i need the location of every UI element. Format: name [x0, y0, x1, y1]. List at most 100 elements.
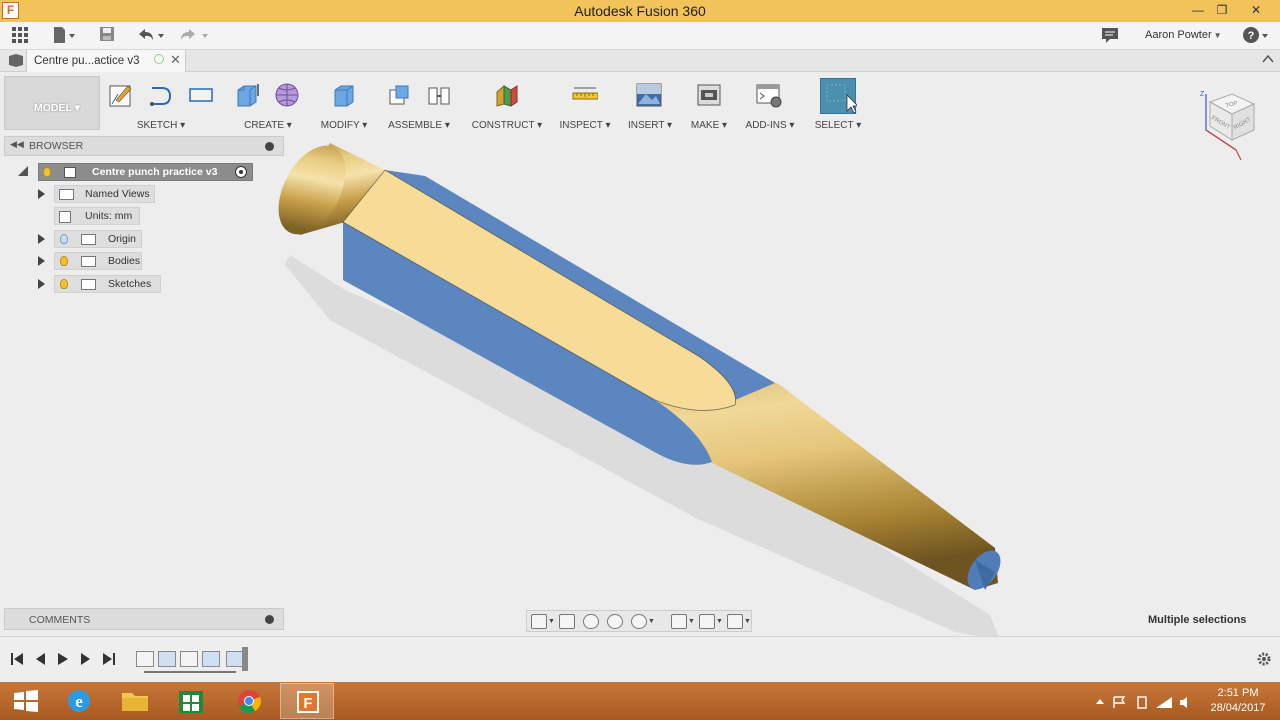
select-group[interactable]: SELECT ▾	[808, 76, 868, 131]
timeline-sketch-feature[interactable]	[180, 651, 198, 667]
expand-arrow-icon[interactable]	[38, 234, 45, 244]
play-icon[interactable]	[56, 651, 70, 667]
folder-icon	[81, 256, 96, 267]
navigation-bar: ▼ ▼ ▼ ▼ ▼	[526, 610, 752, 632]
select-label: SELECT	[814, 120, 854, 131]
tree-item-label: Sketches	[108, 278, 152, 290]
inspect-group[interactable]: INSPECT ▾	[556, 76, 614, 131]
close-tab-icon[interactable]: ✕	[170, 52, 181, 68]
chrome-icon[interactable]	[222, 683, 276, 719]
modify-label: MODIFY	[320, 120, 360, 131]
insert-group[interactable]: INSERT ▾	[624, 76, 676, 131]
file-explorer-icon[interactable]	[108, 683, 162, 719]
add-comment-icon[interactable]	[265, 615, 274, 624]
browser-pin-icon[interactable]	[265, 142, 274, 151]
inspect-label: INSPECT	[559, 120, 603, 131]
expand-arrow-icon[interactable]	[38, 189, 45, 199]
timeline-revolve-feature[interactable]	[202, 651, 220, 667]
pan-hand-icon[interactable]	[583, 614, 599, 629]
visibility-bulb-icon[interactable]	[60, 234, 68, 244]
timeline-settings-gear-icon[interactable]	[1256, 651, 1272, 667]
measure-icon	[572, 87, 598, 100]
folder-icon	[59, 189, 74, 200]
taskbar-clock[interactable]: 2:51 PM 28/04/2017	[1198, 686, 1278, 716]
select-tool-icon[interactable]	[820, 78, 859, 114]
go-to-start-icon[interactable]	[10, 651, 24, 667]
browser-root-row[interactable]: Centre punch practice v3	[18, 163, 254, 181]
press-pull-icon	[334, 85, 354, 107]
assemble-group[interactable]: ASSEMBLE ▾	[382, 76, 456, 131]
timeline-marker[interactable]	[242, 647, 248, 671]
document-tab-bar: Centre pu...actice v3 ✕	[0, 50, 1280, 72]
title-bar: F Autodesk Fusion 360 — ❒ ✕	[0, 0, 1280, 22]
fusion-360-taskbar-icon[interactable]: F	[280, 683, 334, 719]
job-status-icon[interactable]	[1101, 26, 1119, 46]
svg-text:e: e	[75, 692, 83, 711]
undo-icon[interactable]	[136, 26, 166, 46]
help-icon[interactable]: ?	[1242, 26, 1270, 46]
folder-icon	[81, 234, 96, 245]
timeline-extrude-feature[interactable]	[158, 651, 176, 667]
tree-item-label: Units: mm	[85, 210, 133, 222]
visibility-bulb-icon[interactable]	[43, 167, 51, 177]
look-at-icon[interactable]	[559, 614, 575, 629]
construct-group[interactable]: CONSTRUCT ▾	[468, 76, 546, 131]
extrude-icon	[237, 84, 259, 107]
expand-arrow-icon[interactable]	[38, 256, 45, 266]
ribbon-toolbar: MODEL ▾ SKETCH ▾ CREATE ▾ MODIFY ▾ ASSEM…	[0, 72, 1280, 132]
add-ins-group[interactable]: ADD-INS ▾	[742, 76, 798, 131]
user-name: Aaron Powter	[1145, 29, 1212, 41]
modify-group[interactable]: MODIFY ▾	[316, 76, 372, 131]
comments-title: COMMENTS	[29, 614, 91, 626]
view-cube[interactable]: TOP FRONT RIGHT Z	[1196, 88, 1266, 168]
zoom-icon[interactable]	[607, 614, 623, 629]
save-status-icon	[154, 54, 164, 64]
timeline-sketch-feature[interactable]	[136, 651, 154, 667]
visibility-bulb-icon[interactable]	[60, 279, 68, 289]
tree-item-sketches[interactable]: Sketches	[36, 275, 166, 293]
windows-start-button[interactable]	[0, 683, 54, 719]
create-group[interactable]: CREATE ▾	[230, 76, 306, 131]
save-icon[interactable]	[99, 26, 115, 46]
comments-panel[interactable]: COMMENTS	[4, 608, 284, 630]
document-tab-label: Centre pu...actice v3	[34, 55, 140, 67]
app-grid-icon[interactable]	[11, 26, 29, 46]
workspace-mode-menu[interactable]: MODEL ▾	[4, 76, 100, 130]
restore-button[interactable]: ❒	[1208, 0, 1236, 22]
fit-zoom-icon[interactable]	[631, 614, 647, 629]
make-group[interactable]: MAKE ▾	[686, 76, 732, 131]
sketch-label: SKETCH	[136, 120, 178, 131]
data-panel-icon[interactable]	[8, 53, 24, 71]
quick-access-toolbar: Aaron Powter ▼ ?	[0, 22, 1280, 50]
display-settings-icon[interactable]	[671, 614, 687, 629]
tree-item-origin[interactable]: Origin	[36, 230, 146, 248]
internet-explorer-icon[interactable]: e	[52, 683, 106, 719]
tree-item-label: Bodies	[108, 255, 141, 267]
joint-icon	[428, 87, 450, 105]
visibility-bulb-icon[interactable]	[60, 256, 68, 266]
redo-icon[interactable]	[178, 26, 210, 46]
viewports-icon[interactable]	[727, 614, 743, 629]
step-back-icon[interactable]	[33, 651, 47, 667]
close-window-button[interactable]: ✕	[1242, 0, 1270, 22]
collapse-browser-icon[interactable]: ◀◀	[10, 139, 24, 150]
system-tray-icons[interactable]	[1092, 694, 1192, 710]
collapse-toolbar-icon[interactable]	[1262, 54, 1274, 67]
tree-item-units[interactable]: Units: mm	[36, 207, 146, 225]
collapse-arrow-icon[interactable]	[18, 166, 28, 176]
expand-arrow-icon[interactable]	[38, 279, 45, 289]
orbit-icon[interactable]	[531, 614, 547, 629]
tree-item-named-views[interactable]: Named Views	[36, 185, 156, 203]
store-icon[interactable]	[164, 683, 218, 719]
sketch-group[interactable]: SKETCH ▾	[104, 76, 218, 131]
document-tab[interactable]: Centre pu...actice v3 ✕	[26, 50, 186, 72]
tree-item-bodies[interactable]: Bodies	[36, 252, 146, 270]
go-to-end-icon[interactable]	[102, 651, 116, 667]
user-account-menu[interactable]: Aaron Powter ▼	[1145, 29, 1222, 41]
file-menu-icon[interactable]	[52, 26, 76, 46]
grid-snap-icon[interactable]	[699, 614, 715, 629]
timeline-bar	[0, 636, 1280, 682]
browser-panel-header[interactable]: ◀◀ BROWSER	[4, 136, 284, 156]
step-forward-icon[interactable]	[79, 651, 93, 667]
activate-component-icon[interactable]	[235, 166, 247, 178]
